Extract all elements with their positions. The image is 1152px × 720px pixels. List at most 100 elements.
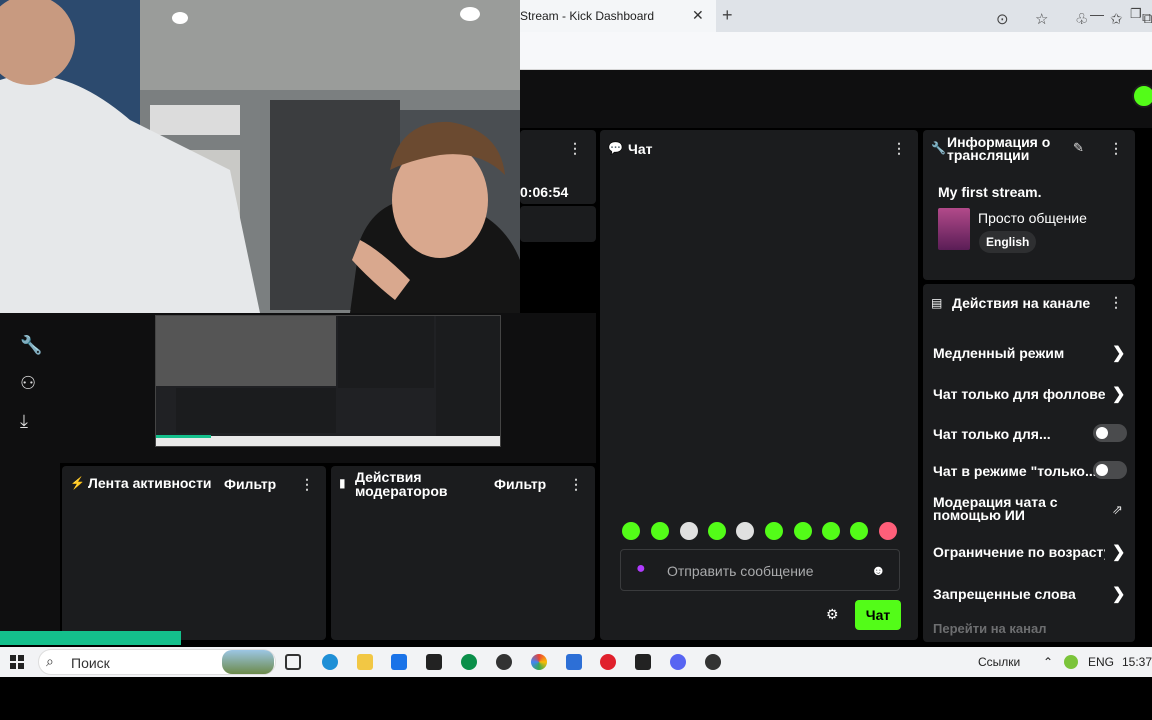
task-view-icon[interactable]	[285, 654, 301, 670]
preview-chat	[338, 316, 434, 388]
emoji-icon[interactable]: ☻	[871, 562, 886, 578]
clock[interactable]: 15:37	[1122, 655, 1152, 669]
stream-timer: 0:06:54	[520, 184, 569, 200]
chevron-right-icon[interactable]: ❯	[1112, 584, 1125, 604]
webcam-image	[0, 0, 520, 313]
moderator-actions-panel: ▮ Действия модераторов Фильтр ⋮	[331, 466, 595, 640]
age-restriction-row[interactable]: Ограничение по возрасту	[933, 544, 1105, 560]
subscribers-only-toggle[interactable]	[1093, 424, 1127, 442]
collections-icon[interactable]: ⧉	[1142, 10, 1152, 27]
screen: Stream - Kick Dashboard ✕ + — ❐ ⊙ ☆ ♧ ✩ …	[0, 0, 1152, 720]
favorite-star-icon[interactable]: ☆	[1035, 10, 1048, 28]
language-tag: English	[979, 231, 1037, 253]
minimize-icon[interactable]: —	[1090, 6, 1104, 22]
app-icon[interactable]	[426, 654, 442, 670]
emote-icon[interactable]	[736, 522, 754, 540]
actions-icon: ▤	[931, 296, 943, 310]
emote-icon[interactable]	[879, 522, 897, 540]
emote-only-toggle[interactable]	[1093, 461, 1127, 479]
banned-words-row[interactable]: Запрещенные слова	[933, 586, 1105, 602]
slow-mode-row[interactable]: Медленный режим	[933, 345, 1105, 361]
emote-icon[interactable]	[680, 522, 698, 540]
user-avatar[interactable]	[1132, 84, 1152, 108]
chevron-up-icon[interactable]: ⌃	[1043, 655, 1053, 669]
app-icon[interactable]	[566, 654, 582, 670]
browser-tab[interactable]: Stream - Kick Dashboard	[520, 0, 716, 32]
kick-header	[520, 70, 1152, 128]
close-tab-icon[interactable]: ✕	[692, 7, 706, 23]
chat-icon: 💬	[608, 141, 623, 155]
links-label[interactable]: Ссылки	[978, 655, 1020, 669]
chevron-right-icon[interactable]: ❯	[1112, 343, 1125, 363]
stream-info-panel: 🔧 Информация о трансляции ✎ ⋮	[923, 130, 1135, 280]
moderators-title: Действия модераторов	[355, 469, 448, 499]
maximize-icon[interactable]: ❐	[1130, 6, 1142, 22]
gear-icon[interactable]: ⚙	[826, 606, 839, 623]
goto-channel-link[interactable]: Перейти на канал	[933, 621, 1046, 636]
emote-icon[interactable]	[622, 522, 640, 540]
emote-icon[interactable]	[708, 522, 726, 540]
bottom-letterbox	[0, 677, 1152, 720]
moderators-filter-button[interactable]: Фильтр	[494, 476, 546, 492]
opera-icon[interactable]	[600, 654, 616, 670]
obs-icon[interactable]	[705, 654, 721, 670]
stream-info-menu-icon[interactable]: ⋮	[1109, 140, 1123, 157]
new-tab-button[interactable]: +	[722, 5, 733, 26]
chat-send-button[interactable]: Чат	[855, 600, 901, 630]
activity-feed-panel: ⚡ Лента активности Фильтр ⋮	[62, 466, 326, 640]
more-options-icon[interactable]: ⊙	[996, 10, 1009, 28]
webcam-overlay	[0, 0, 520, 313]
progress-bar	[0, 631, 181, 645]
tray-app-icon[interactable]	[1064, 655, 1078, 669]
channel-actions-title: Действия на канале	[952, 295, 1091, 311]
file-explorer-icon[interactable]	[357, 654, 373, 670]
ai-moderation-row[interactable]: Модерация чата с помощью ИИ	[933, 496, 1083, 522]
sidebar: 🔧 ⚇ ⤓	[0, 313, 60, 645]
stream-title: My first stream.	[938, 184, 1042, 200]
stream-stats-panel-2	[520, 206, 596, 242]
favorites-icon[interactable]: ✩	[1110, 10, 1123, 28]
discord-icon[interactable]	[670, 654, 686, 670]
app-icon[interactable]	[635, 654, 651, 670]
chevron-right-icon[interactable]: ❯	[1112, 384, 1125, 404]
chat-placeholder: Отправить сообщение	[667, 563, 814, 579]
emote-icon[interactable]	[794, 522, 812, 540]
edge-icon[interactable]	[322, 654, 338, 670]
extension-icon[interactable]: ♧	[1075, 10, 1088, 28]
activity-filter-button[interactable]: Фильтр	[224, 476, 276, 492]
app-icon[interactable]	[496, 654, 512, 670]
emote-icon[interactable]	[850, 522, 868, 540]
language-indicator[interactable]: ENG	[1088, 655, 1114, 669]
moderators-menu-icon[interactable]: ⋮	[569, 476, 583, 493]
external-link-icon[interactable]: ⇗	[1112, 502, 1123, 518]
emote-icon[interactable]	[651, 522, 669, 540]
chevron-right-icon[interactable]: ❯	[1112, 542, 1125, 562]
preview-webcam	[156, 316, 336, 386]
preview-activity	[176, 388, 336, 433]
emote-only-row: Чат в режиме "только...	[933, 463, 1097, 479]
outlook-icon[interactable]	[391, 654, 407, 670]
chat-title: Чат	[628, 141, 653, 157]
tab-title: Stream - Kick Dashboard	[520, 9, 655, 23]
edit-icon[interactable]: ✎	[1073, 140, 1084, 156]
channel-actions-menu-icon[interactable]: ⋮	[1109, 294, 1123, 311]
microphone-icon[interactable]: ●	[636, 560, 646, 578]
followers-only-row[interactable]: Чат только для фолловеро	[933, 386, 1105, 402]
stream-stats-panel: ⋮ 0:06:54	[520, 130, 596, 204]
activity-menu-icon[interactable]: ⋮	[300, 476, 314, 493]
browser-tabbar: Stream - Kick Dashboard	[520, 0, 1152, 32]
chrome-icon[interactable]	[531, 654, 547, 670]
emote-icon[interactable]	[822, 522, 840, 540]
stats-menu-icon[interactable]: ⋮	[568, 140, 582, 157]
windows-start-icon[interactable]	[10, 655, 24, 669]
users-settings-icon[interactable]: ⚇	[20, 373, 36, 394]
chat-menu-icon[interactable]: ⋮	[892, 140, 906, 157]
wrench-icon[interactable]: 🔧	[20, 335, 42, 356]
search-icon: ⌕	[46, 653, 54, 669]
preview-actions	[436, 316, 500, 446]
emote-icon[interactable]	[765, 522, 783, 540]
address-bar[interactable]	[520, 32, 1152, 70]
app-icon[interactable]	[461, 654, 477, 670]
taskbar-search-label: Поиск	[71, 655, 110, 671]
download-icon[interactable]: ⤓	[20, 411, 28, 432]
